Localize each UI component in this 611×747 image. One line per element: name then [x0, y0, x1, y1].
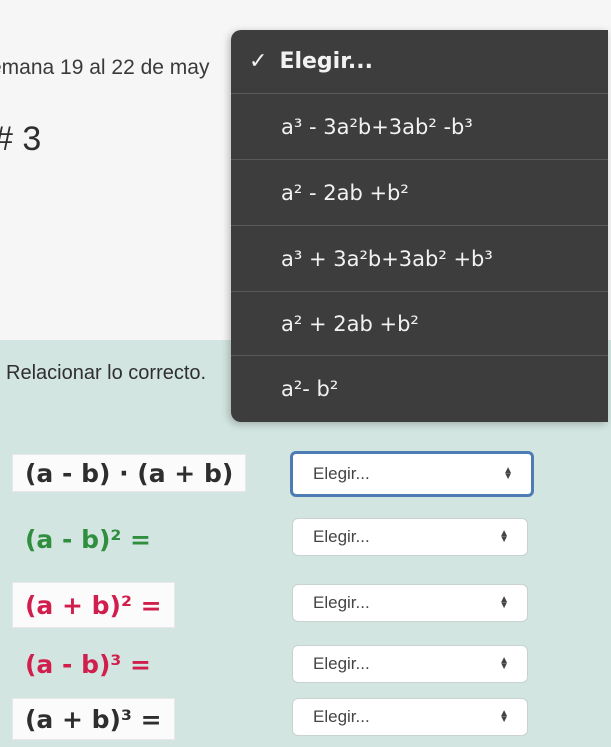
dropdown-option-square-sum[interactable]: a² + 2ab +b²: [231, 292, 608, 356]
checkmark-icon: ✓: [249, 49, 268, 74]
updown-arrow-icon: ▲ ▼: [499, 594, 509, 611]
option-label: a³ + 3a²b+3ab² +b³: [281, 246, 493, 271]
select-value: Elegir...: [313, 707, 370, 726]
dropdown-option-cube-sum[interactable]: a³ + 3a²b+3ab² +b³: [231, 226, 608, 292]
question-number: # 3: [0, 120, 42, 158]
answer-select-2[interactable]: Elegir... ▲ ▼: [292, 518, 528, 556]
dropdown-option-elegir[interactable]: ✓ Elegir...: [231, 30, 608, 94]
dropdown-option-difference-of-squares[interactable]: a²- b²: [231, 356, 608, 422]
option-label: Elegir...: [279, 49, 374, 74]
expression-2: (a - b)² =: [25, 524, 152, 554]
expression-4: (a - b)³ =: [25, 649, 152, 679]
dropdown-option-square-difference[interactable]: a² - 2ab +b²: [231, 160, 608, 226]
option-label: a³ - 3a²b+3ab² -b³: [281, 114, 473, 139]
answer-select-3[interactable]: Elegir... ▲ ▼: [292, 584, 528, 622]
expression-1: (a - b) · (a + b): [12, 454, 247, 492]
expression-3: (a + b)² =: [12, 582, 175, 628]
select-value: Elegir...: [313, 527, 370, 546]
updown-arrow-icon: ▲ ▼: [499, 528, 509, 545]
answer-select-4[interactable]: Elegir... ▲ ▼: [292, 645, 528, 683]
instruction-text: Relacionar lo correcto.: [6, 362, 207, 384]
option-label: a²- b²: [281, 377, 339, 401]
dropdown-option-cube-difference[interactable]: a³ - 3a²b+3ab² -b³: [231, 94, 608, 160]
option-label: a² + 2ab +b²: [281, 311, 419, 336]
option-label: a² - 2ab +b²: [281, 180, 409, 205]
select-value: Elegir...: [313, 654, 370, 673]
answer-select-5[interactable]: Elegir... ▲ ▼: [292, 698, 528, 736]
answer-select-1[interactable]: Elegir... ▲ ▼: [290, 451, 534, 497]
updown-arrow-icon: ▲ ▼: [499, 708, 509, 725]
expression-5: (a + b)³ =: [12, 698, 175, 740]
updown-arrow-icon: ▲ ▼: [499, 655, 509, 672]
header-title: emana 19 al 22 de may: [0, 56, 210, 79]
select-value: Elegir...: [313, 593, 370, 612]
updown-arrow-icon: ▲ ▼: [503, 465, 513, 482]
select-value: Elegir...: [313, 464, 370, 483]
dropdown-menu: ✓ Elegir... a³ - 3a²b+3ab² -b³ a² - 2ab …: [231, 30, 608, 422]
